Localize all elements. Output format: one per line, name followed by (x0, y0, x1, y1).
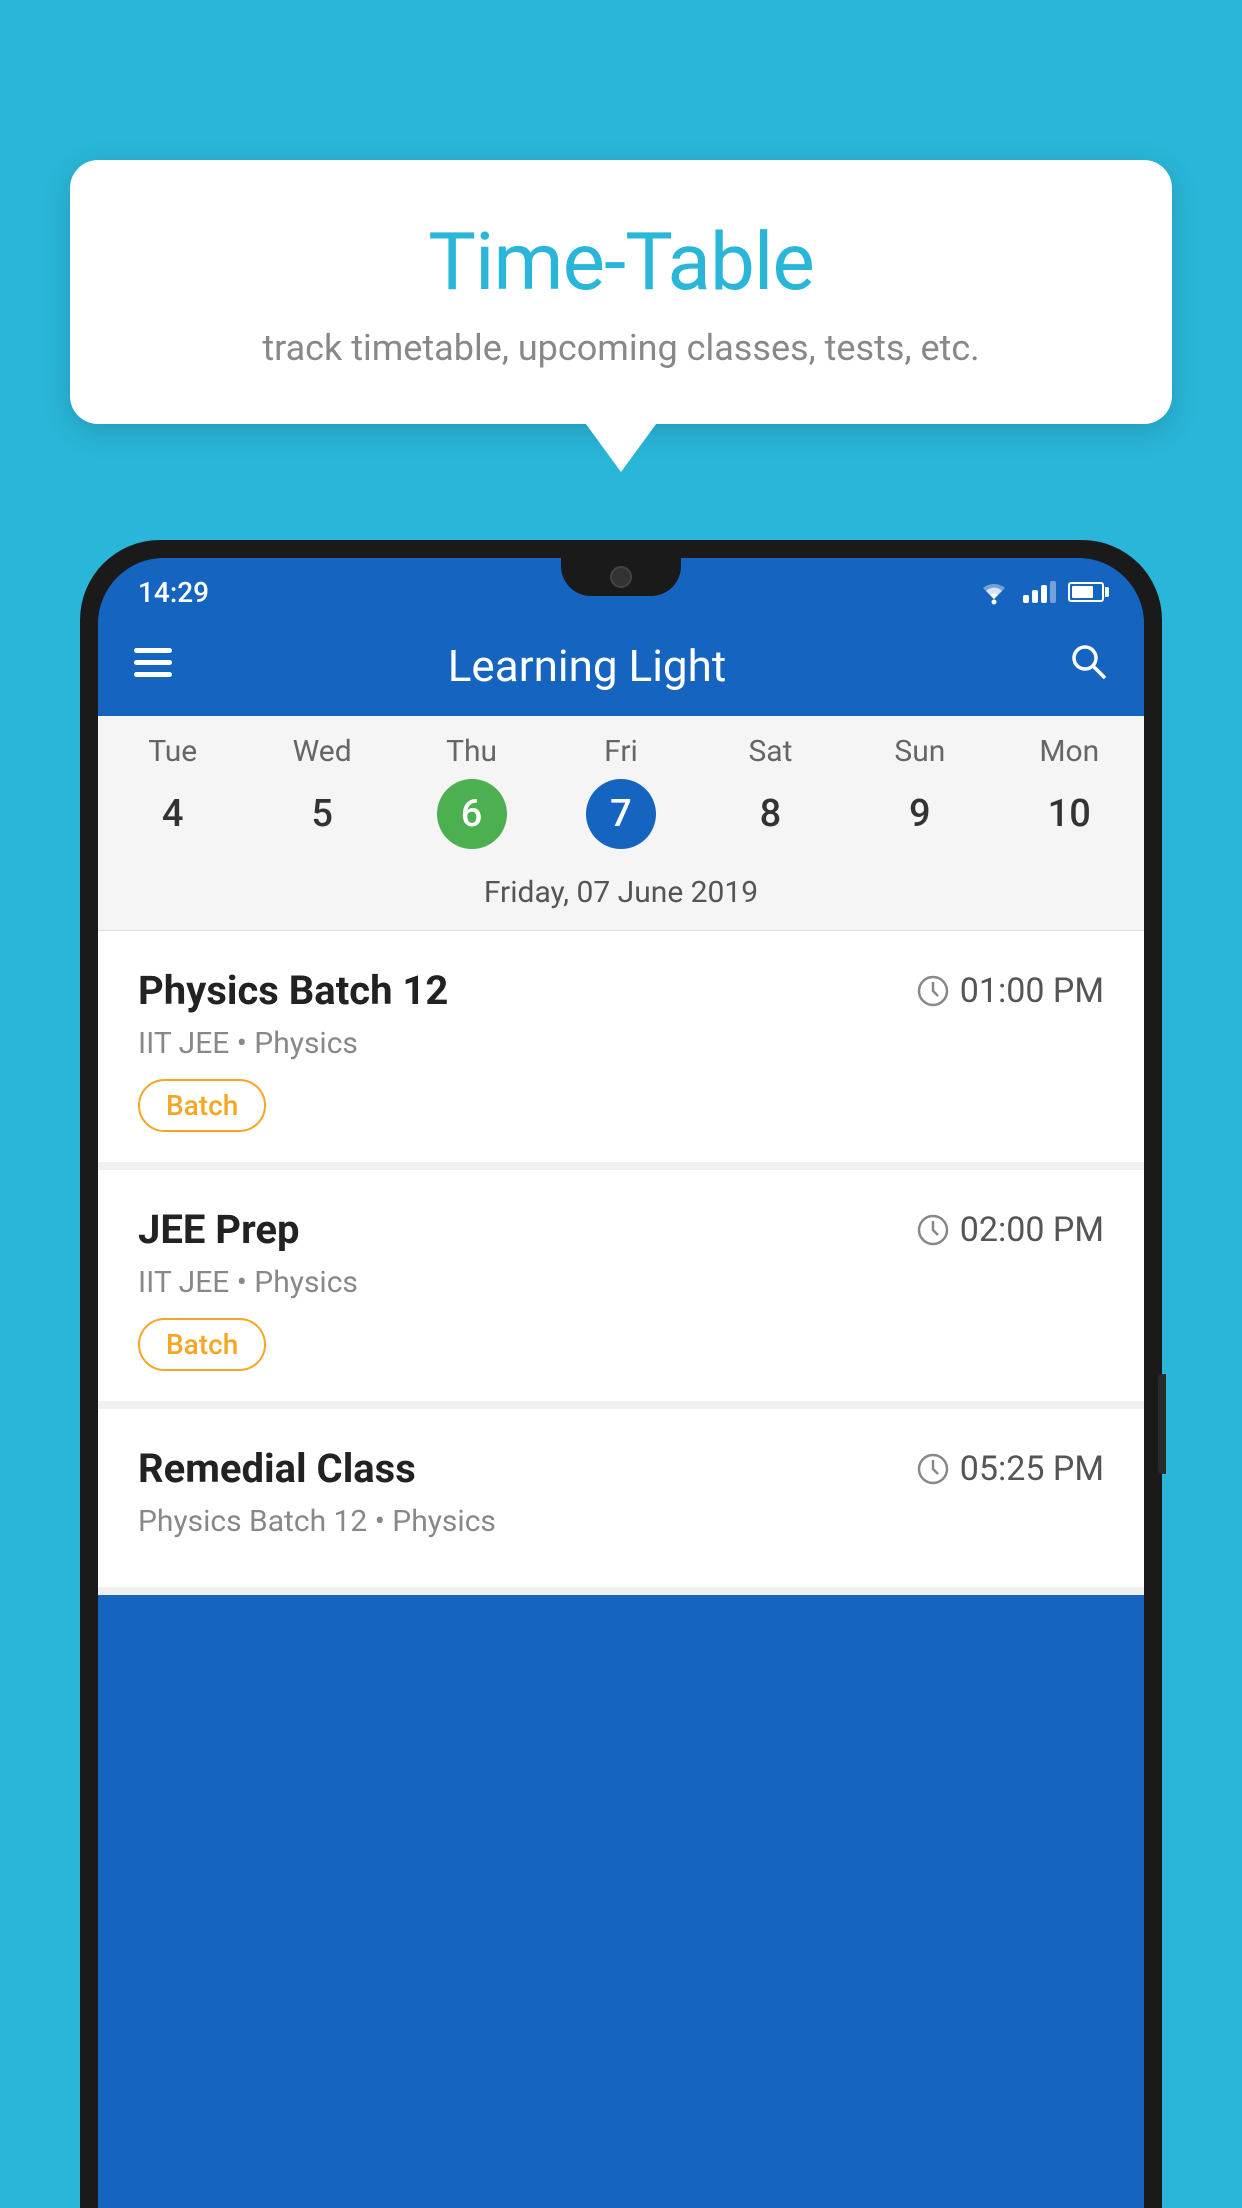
day-wed: Wed (247, 734, 396, 769)
battery-icon (1068, 582, 1104, 602)
class-name-1: Physics Batch 12 (138, 967, 448, 1014)
content-area: Physics Batch 12 01:00 PM IIT JEE • Phys… (98, 931, 1144, 1595)
app-title: Learning Light (202, 640, 972, 692)
batch-badge-1: Batch (138, 1079, 266, 1132)
status-icons (977, 579, 1104, 605)
card-header-1: Physics Batch 12 01:00 PM (138, 967, 1104, 1014)
clock-icon-1 (916, 974, 950, 1008)
notch (561, 558, 681, 596)
batch-badge-2: Batch (138, 1318, 266, 1371)
class-time-3: 05:25 PM (916, 1449, 1104, 1489)
search-icon[interactable] (1068, 641, 1108, 691)
bubble-subtitle: track timetable, upcoming classes, tests… (130, 327, 1112, 369)
class-card-physics-batch[interactable]: Physics Batch 12 01:00 PM IIT JEE • Phys… (98, 931, 1144, 1162)
date-5[interactable]: 5 (287, 779, 357, 849)
class-time-2: 02:00 PM (916, 1210, 1104, 1250)
hamburger-icon[interactable] (134, 645, 172, 687)
date-10[interactable]: 10 (1034, 779, 1104, 849)
signal-bars-icon (1023, 581, 1056, 603)
bubble-title: Time-Table (130, 215, 1112, 309)
date-7-selected[interactable]: 7 (586, 779, 656, 849)
phone-frame: 14:29 (80, 540, 1162, 2208)
clock-icon-2 (916, 1213, 950, 1247)
card-header-2: JEE Prep 02:00 PM (138, 1206, 1104, 1253)
side-handle (1158, 1374, 1166, 1474)
selected-date-label: Friday, 07 June 2019 (98, 865, 1144, 931)
phone-inner: 14:29 (98, 558, 1144, 2208)
app-bar: Learning Light (98, 616, 1144, 716)
date-6-today[interactable]: 6 (437, 779, 507, 849)
date-8[interactable]: 8 (735, 779, 805, 849)
class-name-3: Remedial Class (138, 1445, 416, 1492)
day-numbers: 4 5 6 7 8 9 10 (98, 779, 1144, 865)
status-time: 14:29 (138, 576, 209, 609)
class-name-2: JEE Prep (138, 1206, 299, 1253)
camera (610, 566, 632, 588)
calendar-strip: Tue Wed Thu Fri Sat Sun Mon 4 5 6 7 8 9 … (98, 716, 1144, 931)
card-header-3: Remedial Class 05:25 PM (138, 1445, 1104, 1492)
clock-icon-3 (916, 1452, 950, 1486)
day-fri: Fri (546, 734, 695, 769)
speech-bubble-container: Time-Table track timetable, upcoming cla… (70, 160, 1172, 424)
day-thu: Thu (397, 734, 546, 769)
class-meta-3: Physics Batch 12 • Physics (138, 1504, 1104, 1539)
phone-outer: 14:29 (80, 540, 1162, 2208)
class-card-remedial[interactable]: Remedial Class 05:25 PM Physics Batch 12… (98, 1409, 1144, 1587)
wifi-icon (977, 579, 1011, 605)
class-card-jee-prep[interactable]: JEE Prep 02:00 PM IIT JEE • Physics Batc… (98, 1170, 1144, 1401)
speech-bubble: Time-Table track timetable, upcoming cla… (70, 160, 1172, 424)
day-sat: Sat (696, 734, 845, 769)
day-sun: Sun (845, 734, 994, 769)
day-mon: Mon (995, 734, 1144, 769)
date-9[interactable]: 9 (885, 779, 955, 849)
day-tue: Tue (98, 734, 247, 769)
date-4[interactable]: 4 (138, 779, 208, 849)
class-meta-2: IIT JEE • Physics (138, 1265, 1104, 1300)
class-meta-1: IIT JEE • Physics (138, 1026, 1104, 1061)
class-time-1: 01:00 PM (916, 971, 1104, 1011)
day-headers: Tue Wed Thu Fri Sat Sun Mon (98, 734, 1144, 769)
